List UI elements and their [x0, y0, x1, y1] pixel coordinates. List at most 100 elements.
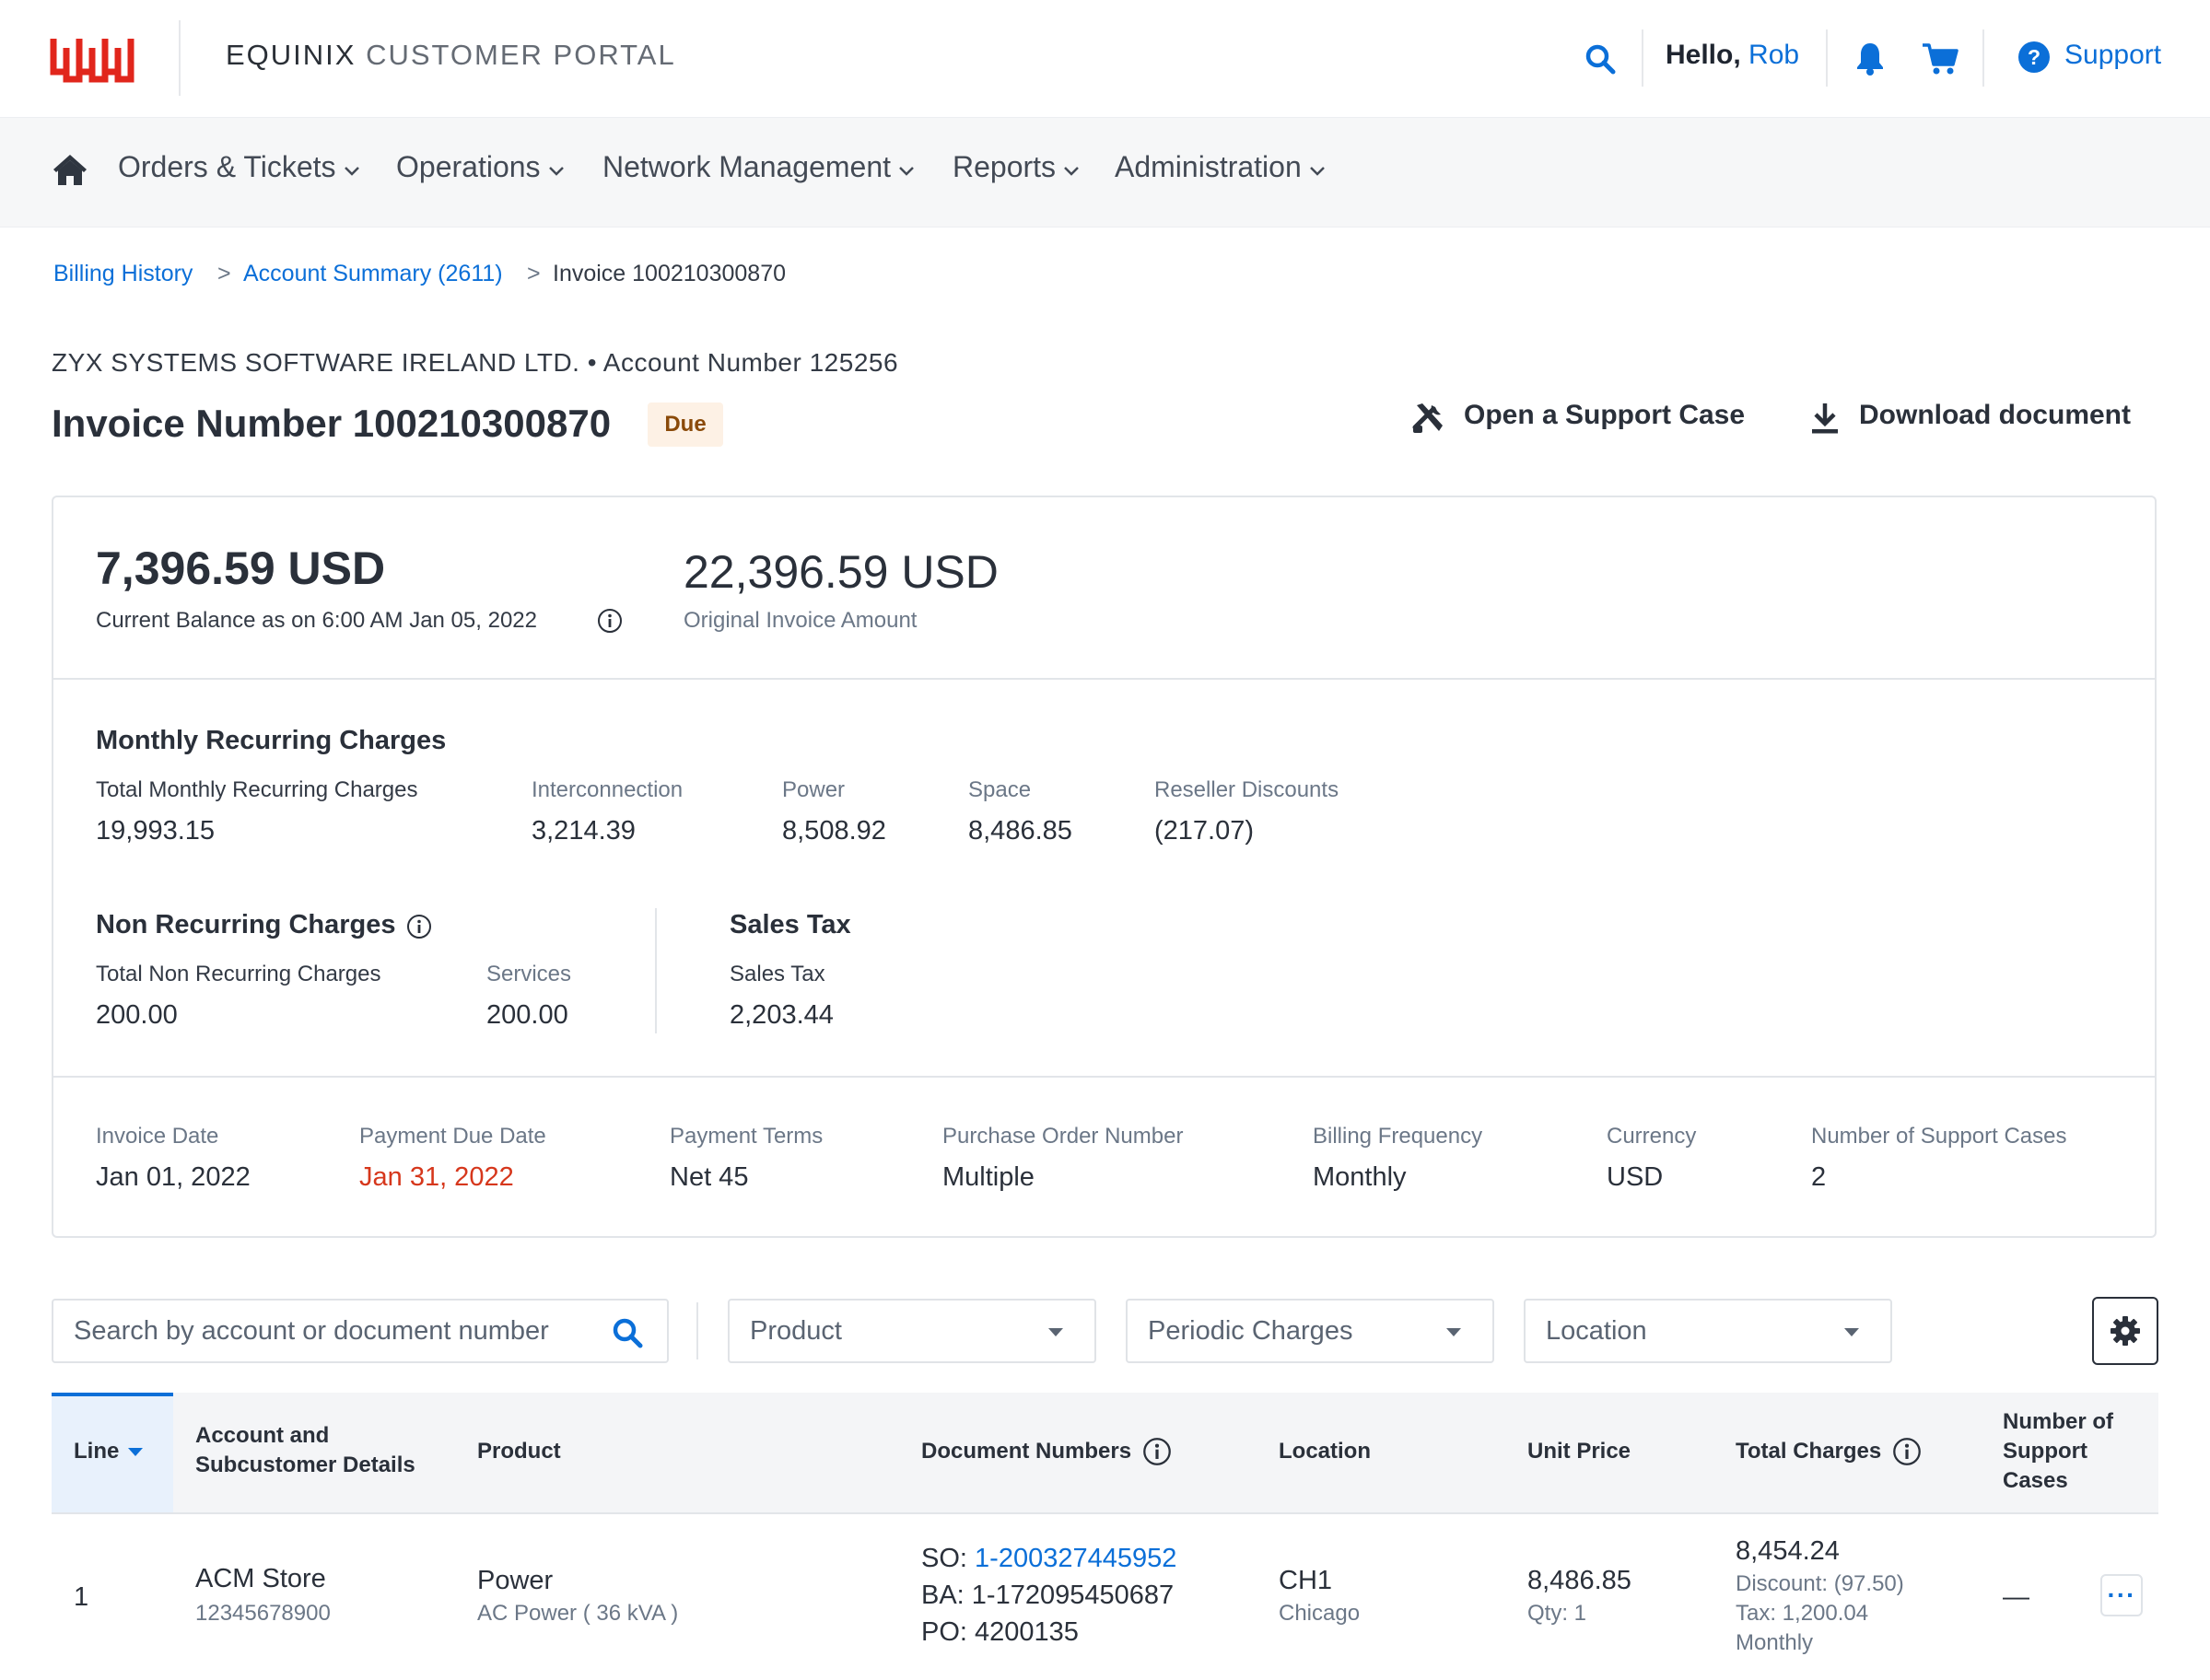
company-account-line: ZYX SYSTEMS SOFTWARE IRELAND LTD. • Acco… [52, 348, 899, 377]
breadcrumb-account-summary[interactable]: Account Summary (2611) [243, 261, 503, 287]
row-support-cases: — [2003, 1582, 2029, 1612]
sort-desc-icon [128, 1447, 144, 1456]
nav-orders-tickets[interactable]: Orders & Tickets [118, 150, 360, 184]
sales-tax-label: Sales Tax [730, 962, 825, 986]
user-name[interactable]: Rob [1748, 40, 1799, 70]
info-icon[interactable] [1142, 1437, 1172, 1466]
sales-tax-title: Sales Tax [730, 910, 851, 939]
tools-icon[interactable] [1411, 400, 1446, 435]
support-cases-link[interactable]: 2 [1811, 1162, 1826, 1193]
info-icon[interactable] [1892, 1437, 1922, 1466]
breadcrumb-current: Invoice 100210300870 [553, 261, 787, 286]
header-divider [1826, 29, 1828, 87]
so-number-link[interactable]: 1-200327445952 [975, 1544, 1176, 1573]
cart-icon[interactable] [1922, 42, 1959, 76]
column-header-unit-price[interactable]: Unit Price [1527, 1437, 1631, 1466]
nav-network-management[interactable]: Network Management [602, 150, 915, 184]
space-value: 8,486.85 [968, 816, 1072, 846]
currency-value: USD [1607, 1162, 1664, 1192]
original-invoice-label: Original Invoice Amount [684, 608, 918, 633]
search-icon[interactable] [1584, 43, 1616, 75]
row-so-number: SO: 1-200327445952 [921, 1544, 1177, 1573]
open-support-case-button[interactable]: Open a Support Case [1464, 400, 1745, 431]
equinix-logo[interactable] [50, 31, 134, 87]
column-header-support-cases[interactable]: Number of Support Cases [2003, 1407, 2141, 1496]
page-title: Invoice Number 100210300870 [52, 402, 612, 445]
periodic-charges-dropdown[interactable]: Periodic Charges [1126, 1299, 1494, 1363]
caret-down-icon [1844, 1328, 1859, 1336]
billing-frequency-label: Billing Frequency [1313, 1124, 1483, 1149]
breadcrumb-billing-history[interactable]: Billing History [53, 261, 193, 287]
home-icon[interactable] [52, 153, 88, 186]
location-dropdown[interactable]: Location [1524, 1299, 1892, 1363]
section-divider [655, 908, 657, 1033]
payment-due-date-value: Jan 31, 2022 [359, 1162, 514, 1192]
card-divider [53, 678, 2155, 680]
nrc-title: Non Recurring Charges [96, 910, 396, 939]
search-input[interactable]: Search by account or document number [52, 1299, 669, 1363]
row-line-number: 1 [74, 1582, 89, 1612]
user-greeting[interactable]: Hello, Rob [1666, 40, 1799, 71]
info-icon[interactable] [406, 914, 432, 939]
row-product: Power [477, 1566, 554, 1595]
column-header-documents[interactable]: Document Numbers [921, 1437, 1172, 1466]
current-balance-label: Current Balance as on 6:00 AM Jan 05, 20… [96, 608, 537, 633]
payment-terms-value: Net 45 [670, 1162, 749, 1192]
power-label: Power [782, 777, 846, 802]
original-invoice-amount: 22,396.59 USD [684, 546, 999, 598]
header-divider [1982, 29, 1984, 87]
search-icon[interactable] [612, 1317, 643, 1348]
column-header-account[interactable]: Account and Subcustomer Details [195, 1421, 435, 1480]
currency-label: Currency [1607, 1124, 1697, 1149]
chevron-down-icon [344, 166, 359, 176]
table-settings-button[interactable] [2092, 1297, 2158, 1365]
nrc-total-label: Total Non Recurring Charges [96, 962, 381, 986]
services-value: 200.00 [486, 1000, 568, 1030]
mrc-total-value: 19,993.15 [96, 816, 216, 846]
payment-due-date-label: Payment Due Date [359, 1124, 546, 1149]
periodic-charges-dropdown-label: Periodic Charges [1148, 1315, 1353, 1346]
interconnection-label: Interconnection [532, 777, 684, 802]
portal-title: EQUINIX CUSTOMER PORTAL [226, 39, 676, 71]
nrc-total-value: 200.00 [96, 1000, 178, 1030]
row-tax: Tax: 1,200.04 [1736, 1601, 1869, 1626]
row-total-charges: 8,454.24 [1736, 1536, 1840, 1566]
column-header-total-charges[interactable]: Total Charges [1736, 1437, 1922, 1466]
invoice-date-label: Invoice Date [96, 1124, 219, 1149]
row-location-city: Chicago [1279, 1601, 1361, 1626]
chevron-down-icon [1309, 166, 1325, 176]
column-header-location[interactable]: Location [1279, 1437, 1371, 1466]
column-header-line[interactable]: Line [74, 1437, 144, 1466]
help-icon[interactable]: ? [2017, 41, 2051, 74]
breadcrumb-separator: > [217, 261, 231, 286]
bell-icon[interactable] [1855, 41, 1885, 76]
space-label: Space [968, 777, 1032, 802]
nav-operations[interactable]: Operations [396, 150, 565, 184]
row-more-actions-button[interactable]: ··· [2100, 1574, 2143, 1616]
sales-tax-value: 2,203.44 [730, 1000, 834, 1030]
purchase-order-label: Purchase Order Number [942, 1124, 1184, 1149]
download-icon[interactable] [1809, 402, 1841, 435]
invoice-date-value: Jan 01, 2022 [96, 1162, 251, 1192]
row-product-detail: AC Power ( 36 kVA ) [477, 1601, 679, 1626]
column-header-product[interactable]: Product [477, 1437, 561, 1466]
caret-down-icon [1446, 1328, 1461, 1336]
row-po-number: PO: 4200135 [921, 1617, 1079, 1647]
support-link[interactable]: Support [2064, 40, 2161, 71]
row-ba-number: BA: 1-172095450687 [921, 1581, 1175, 1610]
info-icon[interactable] [597, 608, 623, 634]
mrc-total-label: Total Monthly Recurring Charges [96, 777, 418, 802]
nav-reports[interactable]: Reports [953, 150, 1080, 184]
product-dropdown[interactable]: Product [728, 1299, 1096, 1363]
row-unit-price: 8,486.85 [1527, 1566, 1631, 1595]
product-dropdown-label: Product [750, 1315, 842, 1346]
row-account-name: ACM Store [195, 1564, 326, 1593]
svg-text:?: ? [2028, 45, 2040, 69]
header-divider [1642, 29, 1643, 87]
nav-administration[interactable]: Administration [1115, 150, 1326, 184]
location-dropdown-label: Location [1546, 1315, 1647, 1346]
purchase-order-value: Multiple [942, 1162, 1035, 1192]
services-label: Services [486, 962, 572, 986]
reseller-discounts-label: Reseller Discounts [1154, 777, 1339, 802]
download-document-button[interactable]: Download document [1859, 400, 2131, 431]
